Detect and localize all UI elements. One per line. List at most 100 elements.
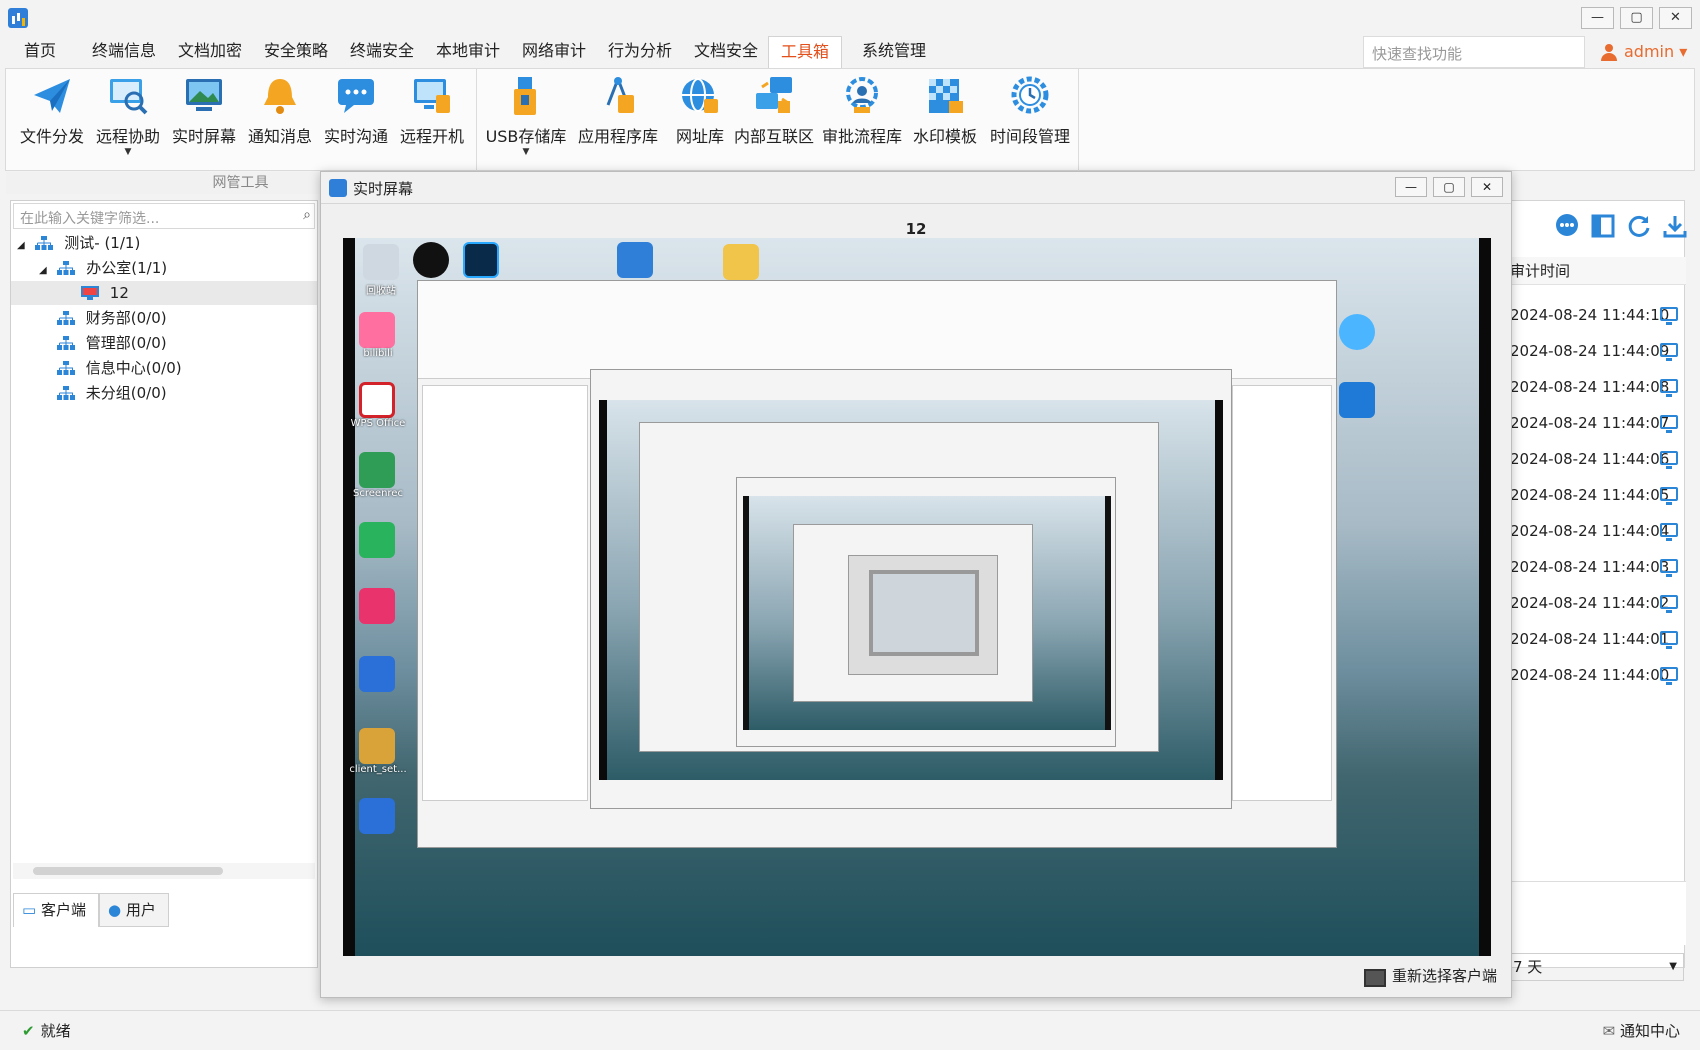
audit-time: 2024-08-24 11:44:02 (1510, 594, 1670, 612)
dialog-maximize-button[interactable]: ▢ (1433, 177, 1465, 197)
dialog-window-controls: — ▢ ✕ (1395, 177, 1503, 197)
watermark-template-button[interactable]: 水印模板 (904, 75, 986, 155)
notification-center-button[interactable]: ✉ 通知中心 (1603, 1021, 1680, 1041)
tree-node-client-12[interactable]: 12 (11, 281, 317, 305)
tab-terminal-info[interactable]: 终端信息 (80, 36, 168, 68)
audit-row[interactable]: 2024-08-24 11:44:07 (1510, 405, 1686, 441)
intranet-zone-button[interactable]: 内部互联区 (728, 75, 820, 155)
sheet-icon (359, 522, 395, 558)
scrollbar-thumb[interactable] (33, 867, 223, 875)
monitor-icon[interactable] (1660, 343, 1678, 361)
audit-row[interactable]: 2024-08-24 11:44:02 (1510, 585, 1686, 621)
reselect-client-button[interactable]: 重新选择客户端 (1363, 965, 1497, 987)
ribbon-label: 时间段管理 (989, 127, 1070, 146)
tab-system-management[interactable]: 系统管理 (850, 36, 938, 68)
ribbon-label: USB存储库 (485, 127, 567, 146)
audit-row[interactable]: 2024-08-24 11:44:08 (1510, 369, 1686, 405)
wps-icon (359, 382, 395, 418)
file-distribute-button[interactable]: 文件分发 (14, 75, 90, 155)
monitor-icon[interactable] (1660, 559, 1678, 577)
tab-users[interactable]: ● 用户 (98, 893, 169, 927)
quick-search-input[interactable]: 快速查找功能 (1363, 36, 1585, 68)
monitor-icon[interactable] (1660, 379, 1678, 397)
tree-node-test[interactable]: ◢ 测试- (1/1) (17, 231, 140, 255)
ribbon-label: 文件分发 (19, 127, 84, 146)
tab-home[interactable]: 首页 (12, 36, 68, 68)
dialog-minimize-button[interactable]: — (1395, 177, 1427, 197)
remote-power-on-button[interactable]: 远程开机 (394, 75, 470, 155)
org-icon (57, 386, 75, 400)
nested-ribbon (418, 281, 1336, 379)
url-library-button[interactable]: 网址库 (662, 75, 738, 155)
chevron-down-icon: ▼ (124, 147, 132, 157)
desktop-icon-label: Screenrec (353, 488, 403, 499)
word-icon (359, 656, 395, 692)
time-period-button[interactable]: 时间段管理 (982, 75, 1078, 155)
app-library-button[interactable]: 应用程序库 (574, 75, 662, 155)
nested-dialog-3 (848, 555, 998, 675)
monitor-icon[interactable] (1660, 667, 1678, 685)
audit-row[interactable]: 2024-08-24 11:44:10 (1510, 297, 1686, 333)
minimize-button[interactable]: — (1581, 7, 1614, 29)
close-button[interactable]: ✕ (1659, 7, 1692, 29)
tab-local-audit[interactable]: 本地审计 (424, 36, 512, 68)
nested-screen-2 (743, 496, 1111, 730)
tree-node-management[interactable]: 管理部(0/0) (57, 331, 167, 355)
audit-row[interactable]: 2024-08-24 11:44:04 (1510, 513, 1686, 549)
tree-node-ungrouped[interactable]: 未分组(0/0) (57, 381, 167, 405)
maximize-button[interactable]: ▢ (1620, 7, 1653, 29)
search-icon[interactable]: ⌕ (303, 207, 311, 223)
tree-node-finance[interactable]: 财务部(0/0) (57, 306, 167, 330)
realtime-chat-button[interactable]: 实时沟通 (318, 75, 394, 155)
panel-toggle-icon[interactable] (1590, 213, 1616, 239)
audit-row[interactable]: 2024-08-24 11:44:09 (1510, 333, 1686, 369)
user-menu[interactable]: admin ▾ (1598, 38, 1687, 66)
audit-time: 2024-08-24 11:44:06 (1510, 450, 1670, 468)
time-range-select[interactable]: 7 天 ▼ (1508, 953, 1684, 981)
tab-document-security[interactable]: 文档安全 (682, 36, 770, 68)
tree-node-info-center[interactable]: 信息中心(0/0) (57, 356, 182, 380)
audit-row[interactable]: 2024-08-24 11:44:06 (1510, 441, 1686, 477)
refresh-icon[interactable] (1626, 213, 1652, 239)
download-icon[interactable] (1662, 213, 1688, 239)
usb-storage-button[interactable]: USB存储库 ▼ (482, 75, 570, 157)
monitor-icon[interactable] (1660, 523, 1678, 541)
tree-label: 财务部(0/0) (85, 309, 167, 327)
realtime-screen-button[interactable]: 实时屏幕 (166, 75, 242, 155)
audit-row[interactable]: 2024-08-24 11:44:05 (1510, 477, 1686, 513)
audit-row[interactable]: 2024-08-24 11:44:03 (1510, 549, 1686, 585)
tab-doc-encrypt[interactable]: 文档加密 (166, 36, 254, 68)
approval-flow-button[interactable]: 审批流程库 (816, 75, 908, 155)
tab-clients[interactable]: ▭ 客户端 (13, 893, 99, 927)
tab-behavior-analysis[interactable]: 行为分析 (596, 36, 684, 68)
send-icon (34, 79, 70, 113)
monitor-icon[interactable] (1660, 595, 1678, 613)
tree-node-office[interactable]: ◢ 办公室(1/1) (39, 256, 167, 280)
detail-textarea[interactable] (1506, 881, 1686, 945)
tree-expander-icon[interactable]: ◢ (17, 240, 25, 251)
monitor-icon[interactable] (1660, 487, 1678, 505)
monitor-icon[interactable] (1660, 307, 1678, 325)
monitor-icon[interactable] (1660, 451, 1678, 469)
dialog-close-button[interactable]: ✕ (1471, 177, 1503, 197)
horizontal-scrollbar[interactable] (13, 863, 315, 879)
notify-message-button[interactable]: 通知消息 (242, 75, 318, 155)
tab-toolbox[interactable]: 工具箱 (768, 36, 843, 68)
tree-label: 办公室(1/1) (86, 259, 168, 277)
tab-security-policy[interactable]: 安全策略 (252, 36, 340, 68)
audit-row[interactable]: 2024-08-24 11:44:00 (1510, 657, 1686, 693)
tree-expander-icon[interactable]: ◢ (39, 265, 47, 276)
tab-terminal-security[interactable]: 终端安全 (338, 36, 426, 68)
window-controls: — ▢ ✕ (1581, 7, 1692, 29)
monitor-icon[interactable] (1660, 631, 1678, 649)
screen-icon (186, 79, 222, 111)
tree-filter-input[interactable]: 在此输入关键字筛选... (13, 203, 315, 229)
audit-row[interactable]: 2024-08-24 11:44:01 (1510, 621, 1686, 657)
monitor-icon[interactable] (1660, 415, 1678, 433)
org-icon (57, 261, 76, 275)
remote-screen-view[interactable]: 回收站 bilibili WPS Office Screenrec client… (343, 238, 1491, 956)
tab-network-audit[interactable]: 网络审计 (510, 36, 598, 68)
audit-time: 2024-08-24 11:44:04 (1510, 522, 1670, 540)
remote-assist-button[interactable]: 远程协助 ▼ (90, 75, 166, 157)
chat-bubble-icon[interactable] (1554, 213, 1580, 239)
